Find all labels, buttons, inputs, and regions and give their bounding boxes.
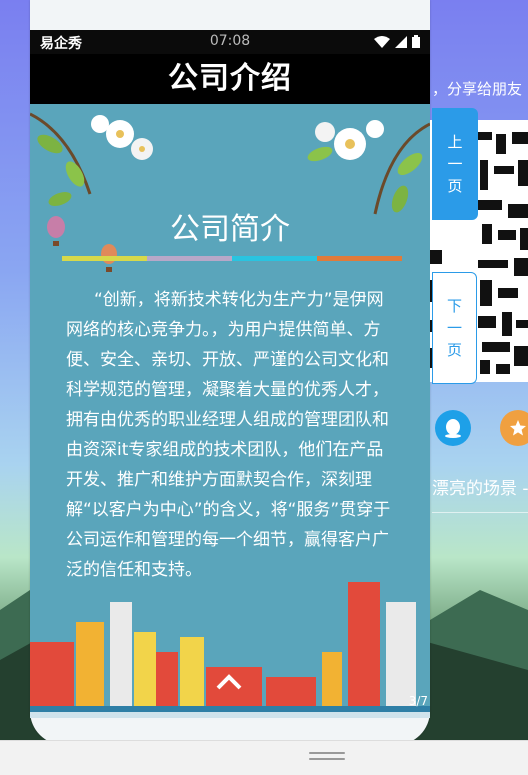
city-skyline: [30, 582, 430, 712]
battery-icon: [412, 35, 420, 48]
qq-share-button[interactable]: [435, 410, 471, 446]
status-time: 07:08: [209, 33, 251, 49]
prev-label-char: 页: [447, 177, 463, 195]
qq-icon: [445, 419, 461, 438]
intro-paragraph: “创新，将新技术转化为生产力”是伊网网络的核心竞争力。，为用户提供简单、方便、安…: [66, 290, 391, 580]
favorite-button[interactable]: [500, 410, 528, 446]
scene-caption: 漂亮的场景 -: [432, 479, 528, 499]
page-indicator: 3/7: [408, 694, 428, 708]
up-arrow-icon[interactable]: [216, 674, 242, 690]
prev-label-char: 一: [447, 155, 463, 173]
prev-label-char: 上: [447, 133, 463, 151]
status-bar: 易企秀 07:08: [30, 30, 430, 54]
section-heading: 公司简介: [170, 212, 290, 247]
content-screen[interactable]: 公司简介 “创新，将新技术转化为生产力”是伊网网络的核心竞争力。，为用户提供简单…: [30, 104, 430, 712]
bottom-bar: [0, 740, 528, 775]
prev-page-button[interactable]: 上 一 页: [432, 108, 478, 220]
share-hint: ，分享给朋友: [432, 80, 523, 98]
screen-bottom-strip: [30, 712, 430, 718]
page-title: 公司介绍: [30, 54, 430, 104]
drag-handle[interactable]: [309, 752, 345, 760]
next-label-char: 页: [446, 341, 462, 359]
next-label-char: 下: [446, 297, 462, 315]
next-page-button[interactable]: 下 一 页: [432, 272, 477, 384]
divider: [432, 512, 528, 513]
flower-branch-left: [30, 112, 153, 206]
wifi-icon: [374, 35, 390, 48]
signal-icon: [395, 35, 407, 48]
star-icon: [510, 420, 526, 436]
color-divider: [62, 256, 402, 261]
next-label-char: 一: [446, 319, 462, 337]
